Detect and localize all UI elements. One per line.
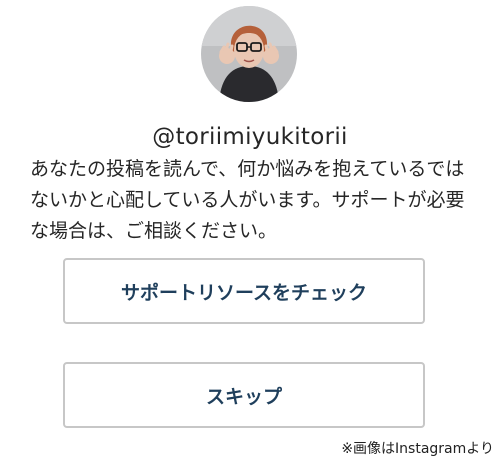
profile-photo <box>201 6 297 102</box>
profile-avatar <box>201 6 297 102</box>
support-message: あなたの投稿を読んで、何か悩みを抱えているではないかと心配している人がいます。サ… <box>30 158 465 242</box>
skip-button[interactable]: スキップ <box>63 362 425 428</box>
image-credit: ※画像はInstagramより <box>341 441 494 457</box>
username: @toriimiyukitorii <box>152 124 348 150</box>
check-support-resources-button[interactable]: サポートリソースをチェック <box>63 258 425 324</box>
